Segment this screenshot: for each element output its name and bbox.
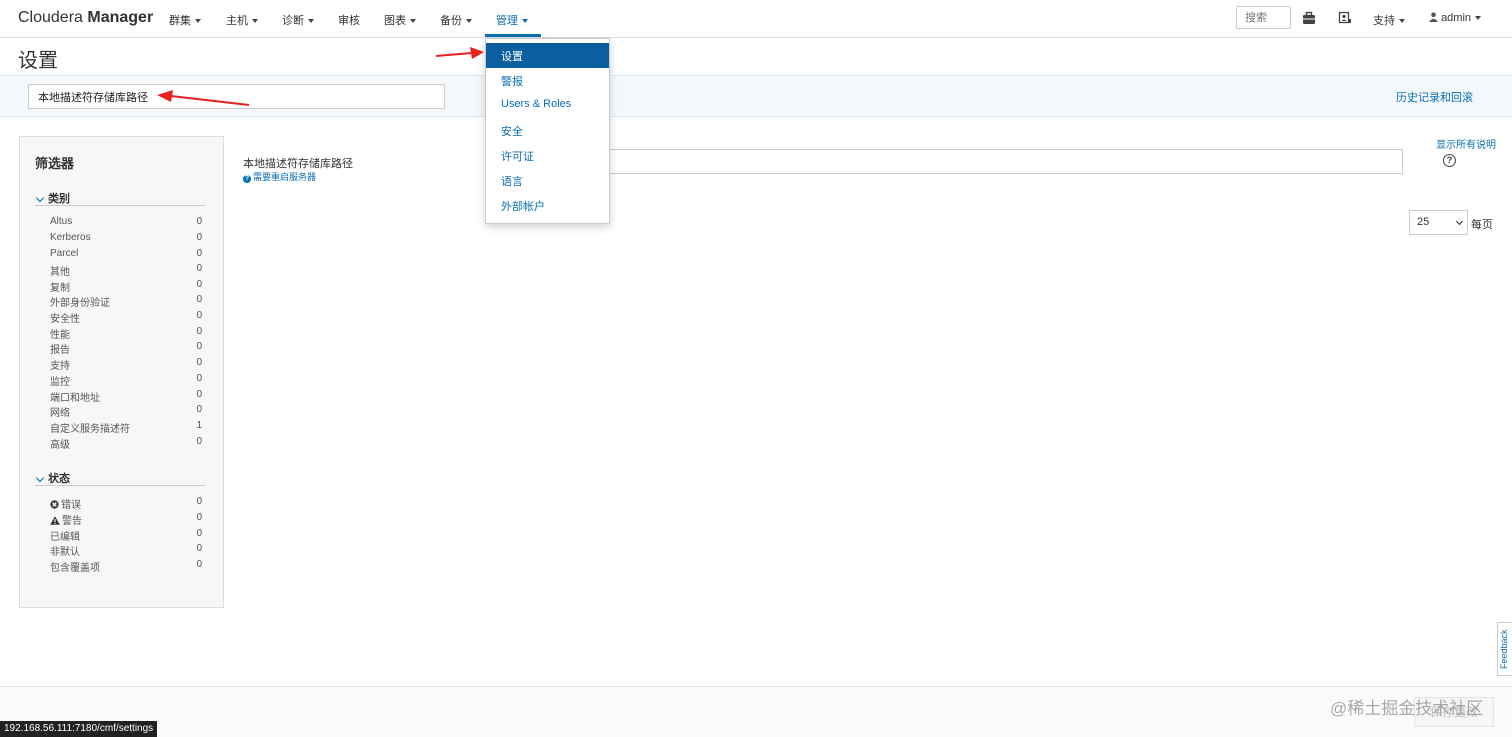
facet-item[interactable]: 高级 0 [50,436,202,451]
annotation-arrow-icon [435,47,484,59]
facet-item[interactable]: Parcel 0 [50,248,202,263]
search-input[interactable] [1236,6,1291,29]
facet-item[interactable]: 监控 0 [50,373,202,388]
facet-item[interactable]: 警告 0 [50,512,202,527]
restart-required-link[interactable]: ? 需要重启服务器 [243,170,316,183]
contact-icon[interactable] [1338,11,1352,25]
caret-down-icon [410,19,416,24]
setting-label: 本地描述符存储库路径 [243,158,353,170]
facet-item[interactable]: 端口和地址 0 [50,389,202,404]
footer-bar [0,686,1512,737]
facet-item[interactable]: 报告 0 [50,341,202,356]
caret-down-icon [1399,19,1405,24]
setting-value-input[interactable] [600,149,1403,174]
menu-item-language[interactable]: 语言 [486,168,609,193]
administration-dropdown-menu: 设置 警报 Users & Roles 安全 许可证 语言 外部帐户 [485,38,610,224]
menu-item-license[interactable]: 许可证 [486,143,609,168]
caret-down-icon [466,19,472,24]
nav-clusters[interactable]: 群集 [169,12,201,28]
brand-logo[interactable]: Cloudera Manager [18,9,153,27]
facet-item[interactable]: 已编辑 0 [50,528,202,543]
facet-item[interactable]: 自定义服务描述符 1 [50,420,202,435]
page-size-select[interactable]: 25 [1409,210,1468,235]
caret-down-icon [1475,16,1482,21]
facet-item[interactable]: 安全性 0 [50,310,202,325]
history-rollback-link[interactable]: 历史记录和回滚 [1396,89,1473,105]
error-icon [50,500,59,509]
briefcase-icon[interactable] [1302,11,1316,25]
show-all-descriptions-link[interactable]: 显示所有说明 [1436,136,1496,151]
top-navbar: Cloudera Manager 群集 主机 诊断 审核 图表 备份 管理 支持… [0,0,1512,38]
page-title: 设置 [18,50,58,72]
nav-administration[interactable]: 管理 [496,12,528,28]
facet-item[interactable]: 外部身份验证 0 [50,294,202,309]
caret-down-icon [522,19,528,24]
nav-support[interactable]: 支持 [1373,12,1405,28]
facet-item[interactable]: 错误 0 [50,496,202,511]
facet-item[interactable]: 网络 0 [50,404,202,419]
nav-hosts[interactable]: 主机 [226,12,258,28]
warning-icon [50,516,60,525]
facet-item[interactable]: 支持 0 [50,357,202,372]
menu-item-alerts[interactable]: 警报 [486,68,609,93]
question-circle-icon[interactable]: ? [1443,154,1456,167]
brand-bold: Manager [87,9,154,26]
user-icon [1429,12,1438,22]
per-page-label: 每页 [1471,219,1493,231]
caret-down-icon [252,19,258,24]
menu-item-security[interactable]: 安全 [486,118,609,143]
facet-item[interactable]: 性能 0 [50,326,202,341]
annotation-arrow-icon [157,90,250,106]
nav-diagnostics[interactable]: 诊断 [282,12,314,28]
facet-item[interactable]: 非默认 0 [50,543,202,558]
caret-down-icon [195,19,201,24]
feedback-tab[interactable]: Feedback [1497,622,1512,676]
facet-item[interactable]: 包含覆盖项 0 [50,559,202,574]
nav-audits[interactable]: 审核 [338,12,360,28]
nav-charts[interactable]: 图表 [384,12,416,28]
facet-item[interactable]: Altus 0 [50,216,202,231]
chevron-down-icon [1455,217,1464,226]
menu-item-users-roles[interactable]: Users & Roles [486,93,609,118]
menu-item-external-accounts[interactable]: 外部帐户 [486,193,609,218]
category-section-toggle[interactable]: 类别 [35,190,205,206]
chevron-down-icon [35,473,45,483]
nav-backup[interactable]: 备份 [440,12,472,28]
facet-item[interactable]: 其他 0 [50,263,202,278]
chevron-down-icon [35,193,45,203]
watermark-text: @稀土掘金技术社区 [1330,699,1484,718]
help-icon: ? [243,175,251,183]
menu-item-settings[interactable]: 设置 [486,43,609,68]
facet-item[interactable]: 复制 0 [50,279,202,294]
facet-item[interactable]: Kerberos 0 [50,232,202,247]
caret-down-icon [308,19,314,24]
sidebar-title: 筛选器 [35,156,75,171]
status-section-toggle[interactable]: 状态 [35,470,205,486]
nav-user-menu[interactable]: admin [1429,12,1482,24]
nav-active-indicator [485,34,541,37]
filters-sidebar: 筛选器 类别 Altus 0 Kerberos 0 Parcel 0 其他 0 复制 0 … [19,136,224,608]
brand-light: Cloudera [18,9,88,26]
status-url-bar: 192.168.56.111:7180/cmf/settings [0,721,158,737]
